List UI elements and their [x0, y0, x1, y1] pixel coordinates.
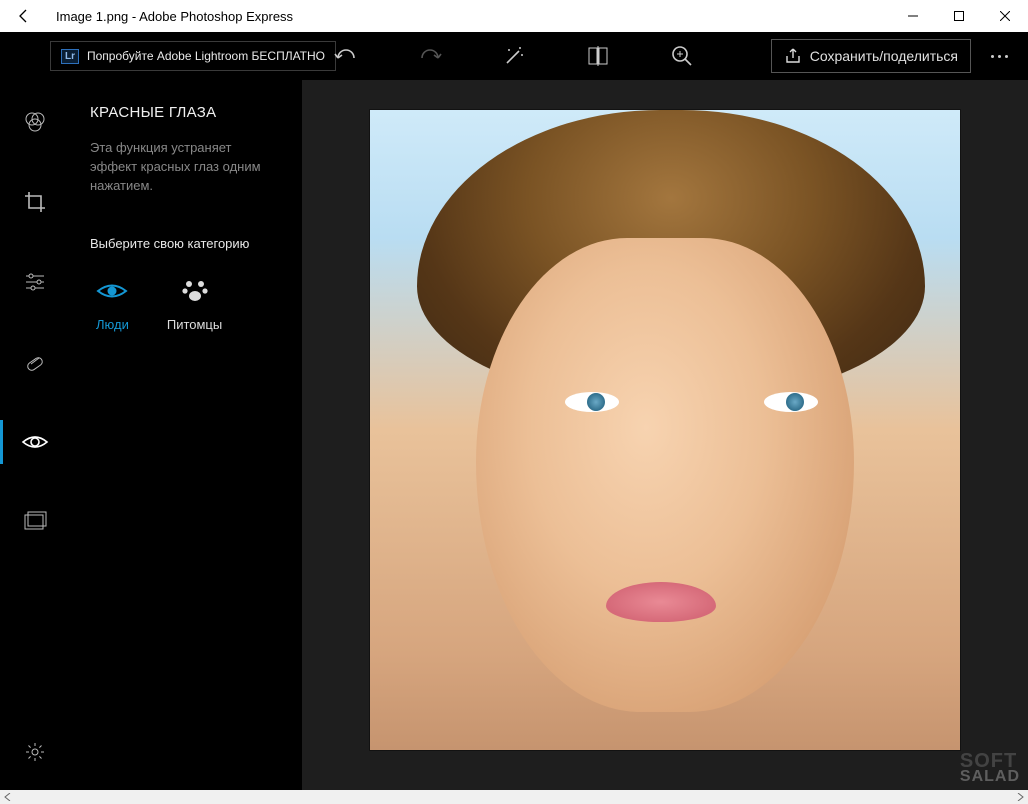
- rail-settings-button[interactable]: [0, 730, 70, 774]
- scroll-right-arrow[interactable]: [1012, 790, 1028, 804]
- rail-crop-button[interactable]: [0, 180, 70, 224]
- rail-redeye-button[interactable]: [0, 420, 70, 464]
- rail-spot-heal-button[interactable]: [0, 340, 70, 384]
- category-pets-label: Питомцы: [167, 317, 222, 332]
- minimize-button[interactable]: [890, 0, 936, 32]
- lightroom-promo-button[interactable]: Lr Попробуйте Adobe Lightroom БЕСПЛАТНО: [50, 41, 336, 71]
- undo-button[interactable]: [328, 38, 364, 74]
- edited-image: [370, 110, 960, 750]
- rail-borders-button[interactable]: [0, 500, 70, 544]
- redo-button[interactable]: [412, 38, 448, 74]
- scroll-left-arrow[interactable]: [0, 790, 16, 804]
- watermark: SOFT SALAD: [960, 752, 1020, 784]
- panel-title: КРАСНЫЕ ГЛАЗА: [90, 104, 282, 121]
- zoom-button[interactable]: [664, 38, 700, 74]
- category-pets[interactable]: Питомцы: [167, 275, 222, 332]
- compare-button[interactable]: [580, 38, 616, 74]
- auto-enhance-button[interactable]: [496, 38, 532, 74]
- save-share-label: Сохранить/поделиться: [810, 48, 958, 64]
- back-button[interactable]: [0, 0, 48, 32]
- panel-description: Эта функция устраняет эффект красных гла…: [90, 139, 282, 196]
- eye-icon: [96, 275, 128, 307]
- save-share-button[interactable]: Сохранить/поделиться: [771, 39, 971, 73]
- close-button[interactable]: [982, 0, 1028, 32]
- more-options-button[interactable]: [979, 55, 1020, 58]
- horizontal-scrollbar[interactable]: [0, 790, 1028, 804]
- lightroom-badge-icon: Lr: [61, 49, 79, 64]
- category-people-label: Люди: [96, 317, 129, 332]
- rail-adjustments-button[interactable]: [0, 260, 70, 304]
- canvas-area[interactable]: [302, 80, 1028, 790]
- scroll-track[interactable]: [16, 790, 1012, 804]
- window-title: Image 1.png - Adobe Photoshop Express: [48, 9, 890, 24]
- share-icon: [784, 47, 802, 65]
- category-people[interactable]: Люди: [96, 275, 129, 332]
- paw-icon: [179, 275, 211, 307]
- lightroom-promo-label: Попробуйте Adobe Lightroom БЕСПЛАТНО: [87, 49, 325, 63]
- rail-looks-button[interactable]: [0, 100, 70, 144]
- panel-choose-label: Выберите свою категорию: [90, 236, 282, 251]
- redeye-panel: КРАСНЫЕ ГЛАЗА Эта функция устраняет эффе…: [70, 80, 302, 790]
- maximize-button[interactable]: [936, 0, 982, 32]
